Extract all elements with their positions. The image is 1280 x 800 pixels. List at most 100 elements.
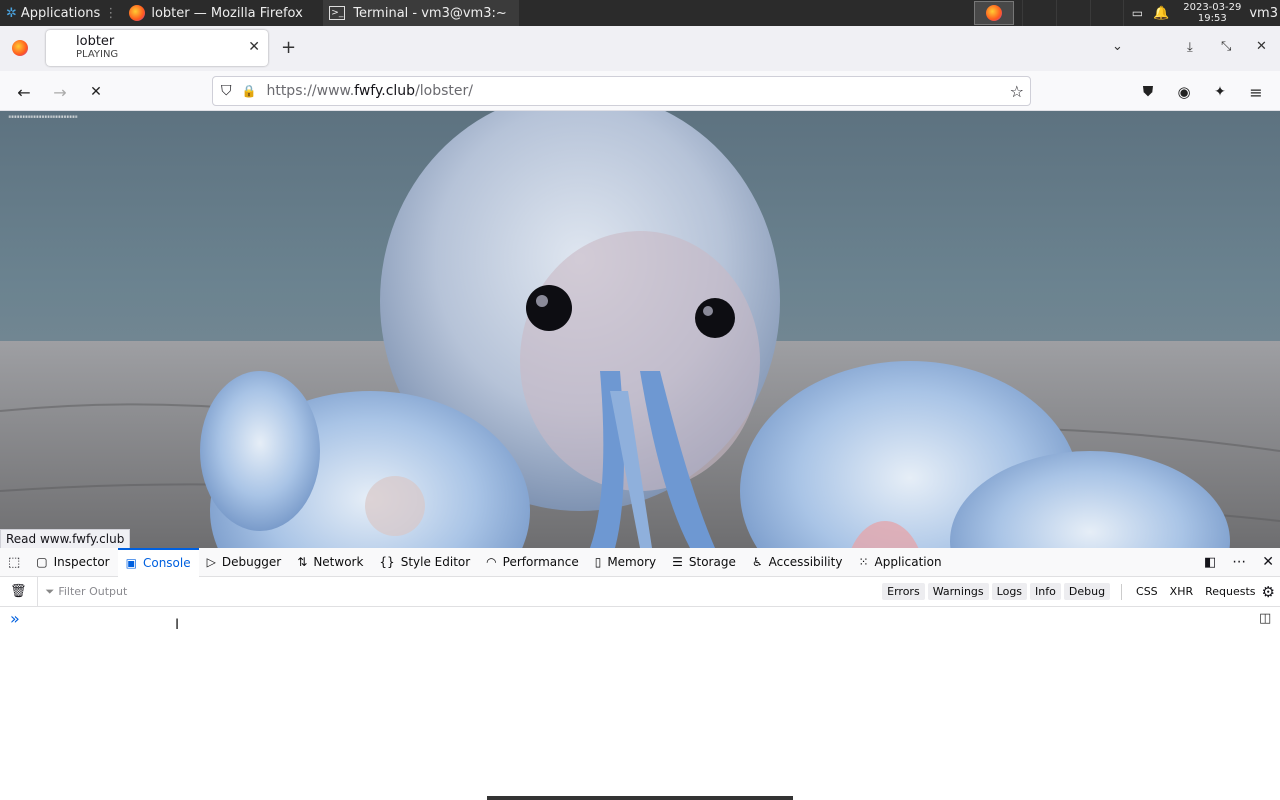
storage-icon: ☰ [672, 555, 683, 569]
applications-menu[interactable]: ✲ Applications ⋮ [0, 0, 123, 26]
tab-lobter[interactable]: lobter PLAYING ✕ [46, 30, 268, 66]
filter-logs-button[interactable]: Logs [991, 583, 1028, 600]
firefox-view-icon[interactable] [12, 40, 28, 56]
performance-icon: ◠ [486, 555, 497, 569]
dock-side-icon[interactable]: ◧ [1196, 555, 1224, 570]
back-arrow-icon[interactable]: ← [13, 81, 35, 103]
log-level-filters: Errors Warnings Logs Info Debug [882, 583, 1113, 600]
tab-label: Accessibility [768, 555, 843, 569]
firefox-tray-icon [985, 5, 1002, 21]
restore-window-icon[interactable]: ⤡ [1221, 39, 1231, 54]
tab-debugger[interactable]: ▷ Debugger [199, 548, 290, 577]
horizontal-scrollbar[interactable] [487, 796, 793, 800]
page-content: """""""""""""""""""""" [0, 111, 1280, 548]
filter-warnings-button[interactable]: Warnings [927, 583, 989, 600]
network-icon: ⇅ [297, 555, 308, 569]
close-devtools-icon[interactable]: ✕ [1254, 554, 1280, 570]
clock-time: 19:53 [1197, 13, 1227, 24]
tab-label: Storage [688, 555, 736, 569]
filter-output-input[interactable]: ⏷ Filter Output [36, 576, 839, 607]
filter-css-button[interactable]: CSS [1130, 583, 1164, 600]
tab-label: Performance [502, 555, 579, 569]
window-terminal[interactable]: >_ Terminal - vm3@vm3:~ [323, 0, 520, 26]
user-menu[interactable]: vm3 [1249, 6, 1280, 21]
tab-console[interactable]: ▣ Console [117, 547, 199, 577]
accessibility-icon: ♿ [751, 555, 763, 569]
tab-memory[interactable]: ▯ Memory [587, 548, 664, 577]
tab-accessibility[interactable]: ♿ Accessibility [744, 548, 851, 577]
workspace-switcher[interactable] [973, 1, 1014, 25]
console-settings-gear-icon[interactable]: ⚙ [1262, 583, 1280, 601]
filter-debug-button[interactable]: Debug [1063, 583, 1111, 600]
tab-label: Debugger [221, 555, 282, 569]
console-toolbar: 🗑 ⏷ Filter Output Errors Warnings Logs I… [0, 576, 1280, 607]
system-tray: ▭ 🔔 2023-03-29 19:53 vm3 [973, 0, 1280, 26]
tab-label: Memory [607, 555, 657, 569]
notification-bell-icon[interactable]: 🔔 [1153, 6, 1169, 21]
filter-requests-button[interactable]: Requests [1199, 583, 1261, 600]
workspace-slot[interactable] [1055, 0, 1090, 26]
tab-performance[interactable]: ◠ Performance [478, 548, 587, 577]
lobster-video[interactable] [0, 111, 1280, 548]
app-menu-icon[interactable]: ≡ [1245, 81, 1267, 103]
tab-application[interactable]: ⁙ Application [850, 548, 949, 577]
tab-label: Network [313, 555, 364, 569]
window-firefox[interactable]: lobter — Mozilla Firefox [123, 0, 319, 26]
url-host: fwfy.club [354, 83, 416, 99]
new-tab-icon[interactable]: + [281, 37, 296, 58]
tab-title: lobter [76, 34, 115, 49]
bookmark-star-icon[interactable]: ☆ [1010, 82, 1024, 101]
filter-info-button[interactable]: Info [1030, 583, 1061, 600]
firefox-icon [129, 5, 146, 21]
sidebar-toggle-icon[interactable]: ◫ [1259, 611, 1271, 626]
filter-funnel-icon: ⏷ [45, 584, 55, 598]
taskbar: ✲ Applications ⋮ lobter — Mozilla Firefo… [0, 0, 1280, 26]
filter-placeholder: Filter Output [58, 585, 128, 598]
forward-arrow-icon[interactable]: → [49, 81, 71, 103]
extensions-icon[interactable]: ✦ [1209, 81, 1231, 103]
clock-date: 2023-03-29 [1183, 2, 1242, 13]
menu-handle-icon: ⋮ [104, 5, 118, 21]
element-picker-icon[interactable]: ⬚ [0, 555, 28, 570]
workspace-slot[interactable] [1021, 0, 1056, 26]
terminal-icon: >_ [329, 6, 346, 20]
navigation-bar: ← → ✕ ⛉ 🔒 https://www. fwfy.club/lobster/… [0, 71, 1280, 111]
text-cursor-icon: I [175, 617, 180, 633]
list-all-tabs-icon[interactable]: ⌄ [1112, 39, 1123, 54]
pocket-icon[interactable]: ⛊ [1137, 81, 1159, 103]
tab-network[interactable]: ⇅ Network [289, 548, 371, 577]
tab-close-icon[interactable]: ✕ [248, 39, 260, 55]
workspace-slot[interactable] [1089, 0, 1124, 26]
tab-style-editor[interactable]: {} Style Editor [371, 548, 478, 577]
page-overlay-text: """""""""""""""""""""" [8, 115, 78, 125]
clear-console-trash-icon[interactable]: 🗑 [0, 584, 37, 599]
filter-xhr-button[interactable]: XHR [1164, 583, 1199, 600]
tracking-protection-shield-icon[interactable]: ⛉ [221, 83, 232, 99]
console-output[interactable]: » I ◫ [0, 607, 1280, 800]
url-bar[interactable]: ⛉ 🔒 https://www. fwfy.club/lobster/ ☆ [212, 76, 1031, 106]
tab-storage[interactable]: ☰ Storage [664, 548, 744, 577]
more-options-icon[interactable]: ⋯ [1224, 554, 1254, 570]
downloads-icon[interactable]: ⤓ [1187, 40, 1193, 55]
tab-label: Console [142, 556, 191, 570]
lock-icon[interactable]: 🔒 [242, 84, 257, 98]
applications-icon: ✲ [6, 5, 17, 21]
url-prefix: https://www. [266, 83, 355, 99]
clock[interactable]: 2023-03-29 19:53 [1175, 2, 1249, 24]
tab-inspector[interactable]: ▢ Inspector [28, 548, 117, 577]
devtools-toolbar: ⬚ ▢ Inspector ▣ Console ▷ Debugger ⇅ Network… [0, 547, 1280, 577]
divider [1121, 583, 1123, 600]
account-icon[interactable]: ◉ [1173, 81, 1195, 103]
tab-label: Application [874, 555, 942, 569]
battery-icon[interactable]: ▭ [1132, 6, 1143, 20]
window-firefox-label: lobter — Mozilla Firefox [151, 5, 303, 21]
application-grid-icon: ⁙ [858, 555, 869, 569]
filter-errors-button[interactable]: Errors [882, 583, 925, 600]
tab-label: Inspector [53, 555, 110, 569]
stop-loading-icon[interactable]: ✕ [85, 81, 107, 103]
console-prompt-icon: » [10, 609, 20, 628]
close-window-icon[interactable]: ✕ [1256, 39, 1267, 54]
url-path: /lobster/ [415, 83, 473, 99]
tab-label: Style Editor [400, 555, 471, 569]
memory-icon: ▯ [594, 555, 602, 569]
